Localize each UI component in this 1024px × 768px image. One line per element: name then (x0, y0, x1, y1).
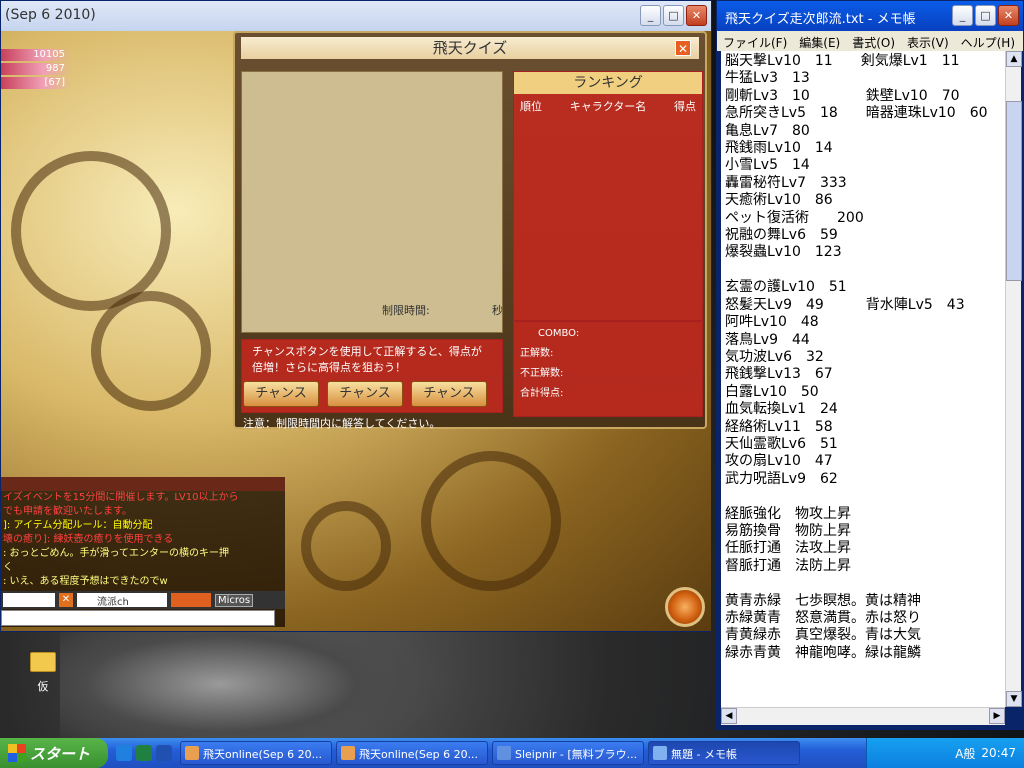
chat-target-select[interactable] (3, 593, 55, 607)
menu-view[interactable]: 表示(V) (907, 34, 949, 50)
quiz-title: 飛天クイズ (241, 37, 699, 59)
chance-button-1[interactable]: チャンス (243, 381, 319, 407)
total-label: 合計得点: (520, 388, 564, 399)
horizontal-scrollbar[interactable]: ◀ ▶ (721, 707, 1005, 725)
word-icon[interactable] (156, 745, 172, 761)
question-area: 制限時間: 秒 (241, 71, 503, 333)
menu-file[interactable]: ファイル(F) (723, 34, 787, 50)
windows-flag-icon (8, 744, 26, 762)
quiz-note: 注意：制限時間内に解答してください。 (243, 417, 441, 430)
notepad-window[interactable]: 飛天クイズ走次郎流.txt - メモ帳 _ □ ✕ ファイル(F) 編集(E) … (716, 0, 1024, 730)
chat-line: : おっとごめん。手が滑ってエンターの横のキー押 (3, 548, 230, 559)
correct-label: 正解数: (520, 348, 554, 359)
notepad-text[interactable]: 脳天撃Lv10 11 剣気爆Lv1 11 牛猛Lv3 13 剛斬Lv3 10 鉄… (721, 51, 1005, 707)
chat-toolbar: ✕ 流派ch Micros (1, 591, 285, 609)
close-button[interactable]: ✕ (686, 5, 707, 26)
excel-icon[interactable] (136, 745, 152, 761)
notepad-menu: ファイル(F) 編集(E) 書式(O) 表示(V) ヘルプ(H) (717, 31, 1023, 51)
chat-line: 壊の癒り]: 練妖壺の癒りを使用できる (3, 534, 174, 545)
taskbar-task[interactable]: 飛天online(Sep 6 20... (180, 741, 332, 765)
vertical-scrollbar[interactable]: ▲ ▼ (1005, 51, 1022, 707)
taskbar-task[interactable]: 飛天online(Sep 6 20... (336, 741, 488, 765)
rank-col-score: 得点 (674, 100, 696, 113)
quiz-close-button[interactable]: ✕ (675, 40, 691, 56)
game-window-title: (Sep 6 2010) (5, 7, 96, 23)
quiz-dialog: 飛天クイズ ✕ 制限時間: 秒 ランキング 順位 キャラクター名 得点 COMB… (233, 31, 707, 430)
ranking-panel: ランキング 順位 キャラクター名 得点 (513, 71, 703, 321)
task-app-icon (185, 746, 199, 760)
menu-format[interactable]: 書式(O) (852, 34, 895, 50)
chance-button-3[interactable]: チャンス (411, 381, 487, 407)
status-bars: 10105 987 [67] (1, 49, 71, 91)
start-label: スタート (30, 744, 91, 763)
score-panel: COMBO: 正解数: 不正解数: 合計得点: (513, 321, 703, 417)
rank-col-name: キャラクター名 (569, 100, 647, 113)
notepad-close-button[interactable]: ✕ (998, 5, 1019, 26)
channel-select[interactable]: 流派ch (77, 593, 167, 608)
chat-input[interactable] (1, 610, 275, 626)
taskbar: スタート 飛天online(Sep 6 20... 飛天online(Sep 6 … (0, 738, 1024, 768)
wrong-label: 不正解数: (520, 368, 564, 379)
combo-label: COMBO: (538, 328, 580, 339)
micros-button[interactable]: Micros (215, 593, 254, 607)
ime-indicator[interactable]: A般 (955, 745, 975, 762)
ie-icon[interactable] (116, 745, 132, 761)
clock: 20:47 (981, 746, 1016, 760)
chat-line: : いえ、ある程度予想はできたのでw (3, 576, 168, 587)
maximize-button[interactable]: □ (663, 5, 684, 26)
game-window[interactable]: (Sep 6 2010) _ □ ✕ 10105 987 [67] 飛天クイズ … (0, 0, 712, 632)
task-label: 飛天online(Sep 6 20... (203, 748, 323, 761)
menu-orb-icon[interactable] (665, 587, 705, 627)
scroll-left-icon[interactable]: ◀ (721, 708, 737, 724)
chat-clear-icon[interactable]: ✕ (59, 593, 73, 607)
start-button[interactable]: スタート (0, 738, 108, 768)
task-app-icon (497, 746, 511, 760)
chat-line: ]: アイテム分配ルール：自動分配 (3, 520, 153, 531)
chat-line: イズイベントを15分間に開催します。LV10以上から (3, 492, 239, 503)
chat-header (1, 477, 285, 491)
level-value: [67] (1, 77, 71, 89)
menu-edit[interactable]: 編集(E) (799, 34, 840, 50)
notepad-maximize-button[interactable]: □ (975, 5, 996, 26)
channel-flag-icon[interactable] (171, 593, 211, 607)
desktop-folder[interactable]: 仮 (28, 652, 58, 694)
notepad-titlebar[interactable]: 飛天クイズ走次郎流.txt - メモ帳 _ □ ✕ (717, 1, 1023, 31)
time-limit-label: 制限時間: (382, 304, 430, 317)
ranking-title: ランキング (514, 72, 702, 94)
minimize-button[interactable]: _ (640, 5, 661, 26)
task-app-icon (341, 746, 355, 760)
scroll-down-icon[interactable]: ▼ (1006, 691, 1022, 707)
hp-value: 10105 (1, 49, 71, 61)
quick-launch (116, 745, 172, 761)
chance-info-text: チャンスボタンを使用して正解すると、得点が倍増！さらに高得点を狙おう！ (252, 345, 482, 374)
chance-button-2[interactable]: チャンス (327, 381, 403, 407)
mp-value: 987 (1, 63, 71, 75)
task-label: 飛天online(Sep 6 20... (359, 748, 479, 761)
rank-col-rank: 順位 (520, 100, 542, 113)
scroll-thumb[interactable] (1006, 101, 1022, 281)
folder-icon (30, 652, 56, 672)
game-titlebar[interactable]: (Sep 6 2010) _ □ ✕ (1, 1, 711, 31)
notepad-minimize-button[interactable]: _ (952, 5, 973, 26)
taskbar-task[interactable]: Sleipnir - [無料ブラウ... (492, 741, 644, 765)
system-tray: A般 20:47 (866, 738, 1024, 768)
desktop-folder-label: 仮 (37, 680, 49, 693)
seconds-label: 秒 (492, 304, 503, 317)
taskbar-task[interactable]: 無題 - メモ帳 (648, 741, 800, 765)
chat-panel: イズイベントを15分間に開催します。LV10以上から でも申請を歓迎いたします。]… (1, 477, 285, 627)
task-label: 無題 - メモ帳 (671, 748, 737, 761)
chat-line: く (3, 562, 13, 573)
task-app-icon (653, 746, 667, 760)
scroll-up-icon[interactable]: ▲ (1006, 51, 1022, 67)
task-label: Sleipnir - [無料ブラウ... (515, 748, 638, 761)
scroll-right-icon[interactable]: ▶ (989, 708, 1005, 724)
notepad-title: 飛天クイズ走次郎流.txt - メモ帳 (725, 12, 916, 27)
menu-help[interactable]: ヘルプ(H) (961, 34, 1015, 50)
chat-line: でも申請を歓迎いたします。 (3, 506, 132, 517)
